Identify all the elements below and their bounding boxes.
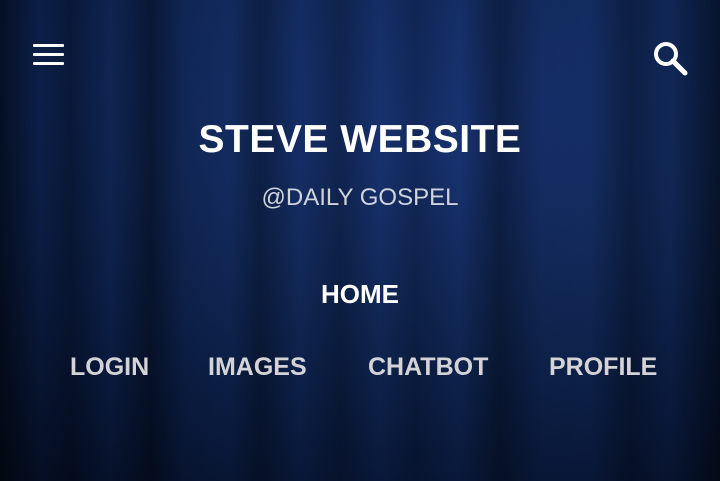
nav-login-link[interactable]: LOGIN (70, 353, 149, 382)
site-subtitle: @DAILY GOSPEL (261, 184, 459, 211)
nav-chatbot-link[interactable]: CHATBOT (368, 353, 488, 382)
search-icon[interactable] (651, 39, 691, 79)
nav-images-link[interactable]: IMAGES (208, 353, 307, 382)
hamburger-menu-icon[interactable] (31, 41, 67, 69)
nav-profile-link[interactable]: PROFILE (549, 353, 657, 382)
site-title: STEVE WEBSITE (198, 118, 522, 161)
nav-home-link[interactable]: HOME (0, 279, 720, 310)
background-forest-image (0, 0, 720, 481)
